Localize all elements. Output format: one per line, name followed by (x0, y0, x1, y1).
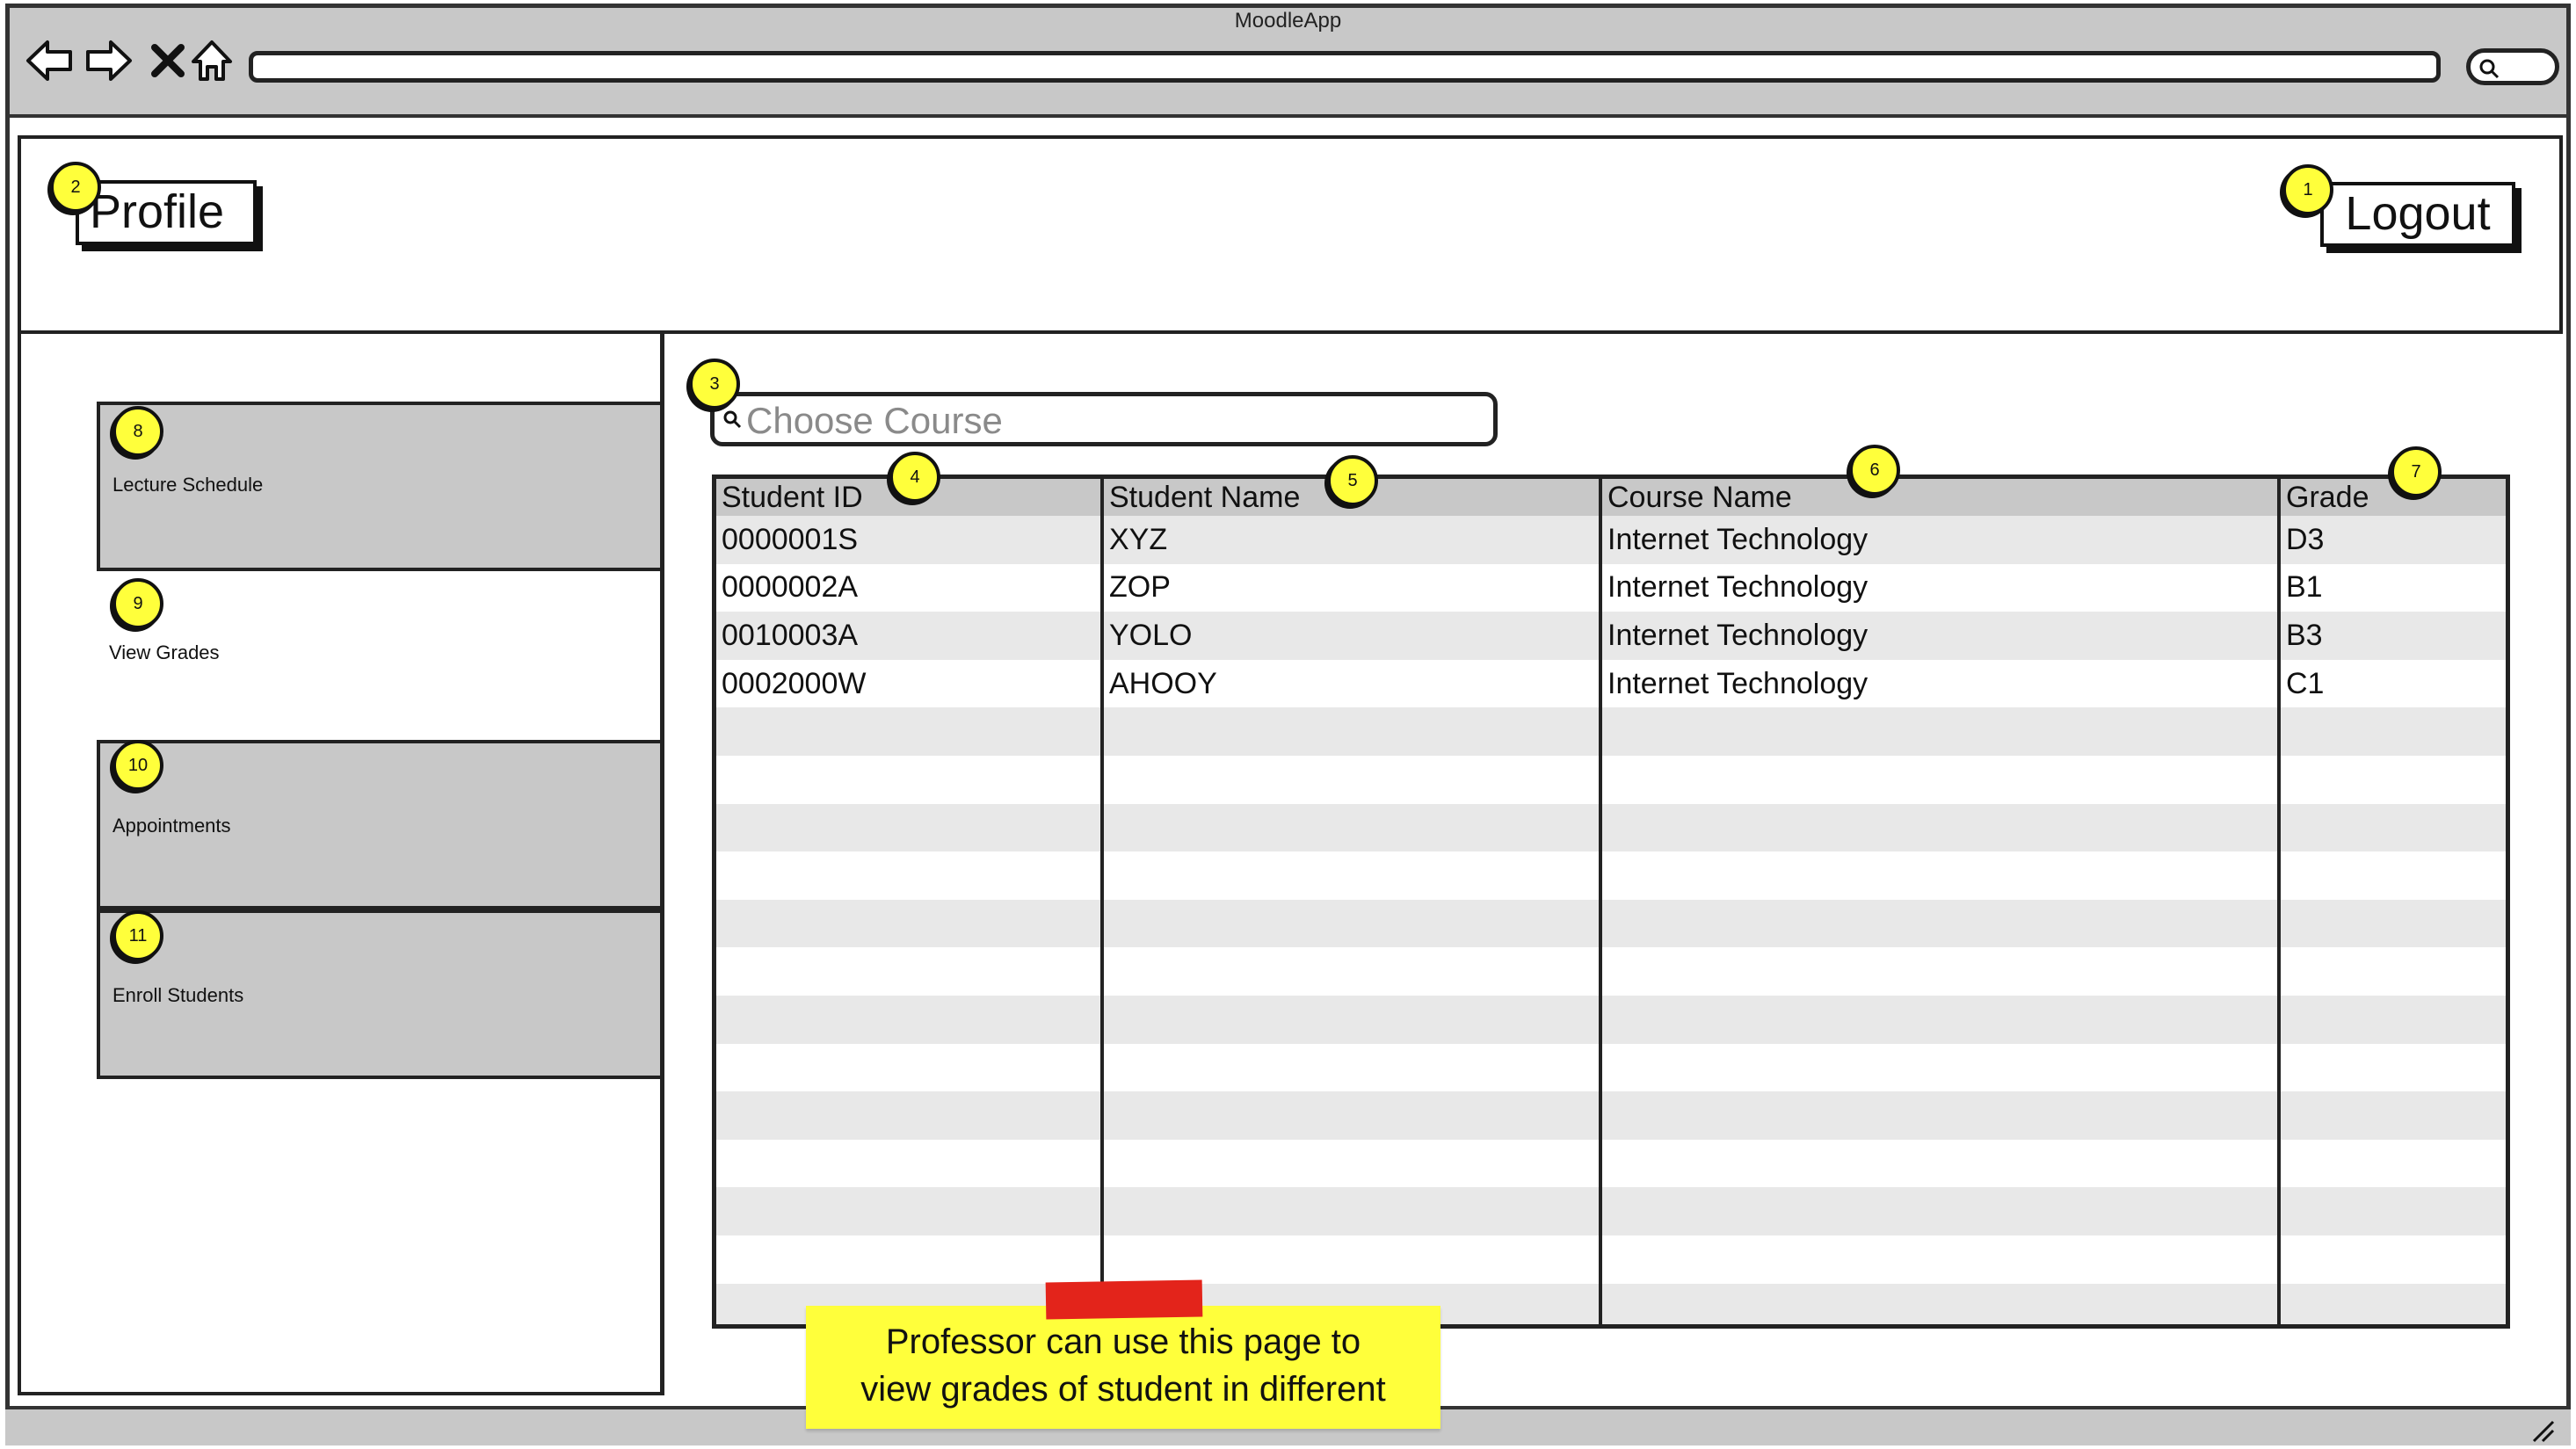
empty-row (716, 851, 2506, 900)
sidebar-item-enroll-students[interactable]: Enroll Students (97, 909, 664, 1079)
sidebar-item-view-grades[interactable]: View Grades (97, 571, 664, 741)
empty-row (716, 1091, 2506, 1140)
empty-row (716, 755, 2506, 804)
table-row[interactable]: 0002000W AHOOY Internet Technology C1 (716, 659, 2506, 708)
search-icon (723, 410, 742, 429)
sidebar-item-label: Lecture Schedule (112, 474, 264, 496)
back-arrow-icon[interactable] (25, 35, 76, 86)
address-bar[interactable] (249, 51, 2441, 83)
course-search-box[interactable] (710, 392, 1498, 446)
callout-marker-1: 1 (2282, 164, 2333, 215)
callout-marker-6: 6 (1849, 445, 1900, 496)
cell-student-id: 0000002A (716, 563, 1104, 612)
callout-marker-3: 3 (689, 359, 740, 409)
callout-marker-2: 2 (50, 162, 101, 213)
sticky-note: Professor can use this page to view grad… (806, 1306, 1440, 1429)
search-icon (2479, 59, 2500, 79)
grades-table: Student ID Student Name Course Name Grad… (712, 475, 2510, 1329)
cell-student-id: 0002000W (716, 659, 1104, 708)
empty-row (716, 1043, 2506, 1092)
sticky-note-line: Professor can use this page to (885, 1322, 1361, 1361)
cell-student-id: 0000001S (716, 516, 1104, 564)
empty-row (716, 1139, 2506, 1188)
table-row[interactable]: 0010003A YOLO Internet Technology B3 (716, 612, 2506, 660)
sticky-note-line: view grades of student in different (860, 1370, 1386, 1409)
cell-student-name: YOLO (1102, 612, 1602, 660)
cell-course-name: Internet Technology (1600, 563, 2281, 612)
column-header-grade[interactable]: Grade (2279, 479, 2506, 516)
callout-marker-4: 4 (889, 452, 940, 503)
column-header-course-name[interactable]: Course Name (1600, 479, 2281, 516)
sidebar-item-label: View Grades (109, 641, 220, 663)
cell-course-name: Internet Technology (1600, 516, 2281, 564)
callout-marker-8: 8 (112, 406, 163, 457)
cell-student-name: AHOOY (1102, 659, 1602, 708)
callout-marker-10: 10 (112, 740, 163, 791)
course-search-input[interactable] (746, 398, 1484, 444)
cell-grade: B1 (2279, 563, 2506, 612)
profile-button[interactable]: Profile (76, 180, 257, 245)
callout-marker-5: 5 (1327, 455, 1378, 506)
logout-button[interactable]: Logout (2320, 182, 2515, 247)
sticky-note-tape (1045, 1279, 1203, 1320)
header-panel (18, 135, 2563, 334)
callout-marker-7: 7 (2391, 446, 2442, 497)
empty-row (716, 995, 2506, 1044)
sidebar-item-label: Enroll Students (112, 984, 244, 1006)
cell-grade: B3 (2279, 612, 2506, 660)
empty-row (716, 899, 2506, 948)
content-divider (660, 334, 664, 1395)
window-title: MoodleApp (1234, 9, 1342, 33)
empty-row (716, 947, 2506, 996)
cell-grade: D3 (2279, 516, 2506, 564)
empty-row (716, 1187, 2506, 1235)
resize-grip-icon[interactable] (2530, 1418, 2555, 1443)
browser-search-field[interactable] (2466, 48, 2559, 85)
table-header-row: Student ID Student Name Course Name Grad… (716, 479, 2506, 516)
cell-course-name: Internet Technology (1600, 659, 2281, 708)
cell-grade: C1 (2279, 659, 2506, 708)
forward-arrow-icon[interactable] (83, 35, 134, 86)
sidebar-item-appointments[interactable]: Appointments (97, 740, 664, 909)
cell-course-name: Internet Technology (1600, 612, 2281, 660)
table-row[interactable]: 0000001S XYZ Internet Technology D3 (716, 516, 2506, 564)
cell-student-id: 0010003A (716, 612, 1104, 660)
empty-row (716, 1235, 2506, 1284)
table-row[interactable]: 0000002A ZOP Internet Technology B1 (716, 563, 2506, 612)
callout-marker-9: 9 (112, 578, 163, 629)
sidebar-item-lecture-schedule[interactable]: Lecture Schedule (97, 402, 664, 571)
home-icon[interactable] (186, 35, 237, 86)
callout-marker-11: 11 (112, 910, 163, 961)
sidebar-item-label: Appointments (112, 815, 231, 837)
empty-row (716, 707, 2506, 756)
cell-student-name: XYZ (1102, 516, 1602, 564)
empty-row (716, 803, 2506, 852)
cell-student-name: ZOP (1102, 563, 1602, 612)
